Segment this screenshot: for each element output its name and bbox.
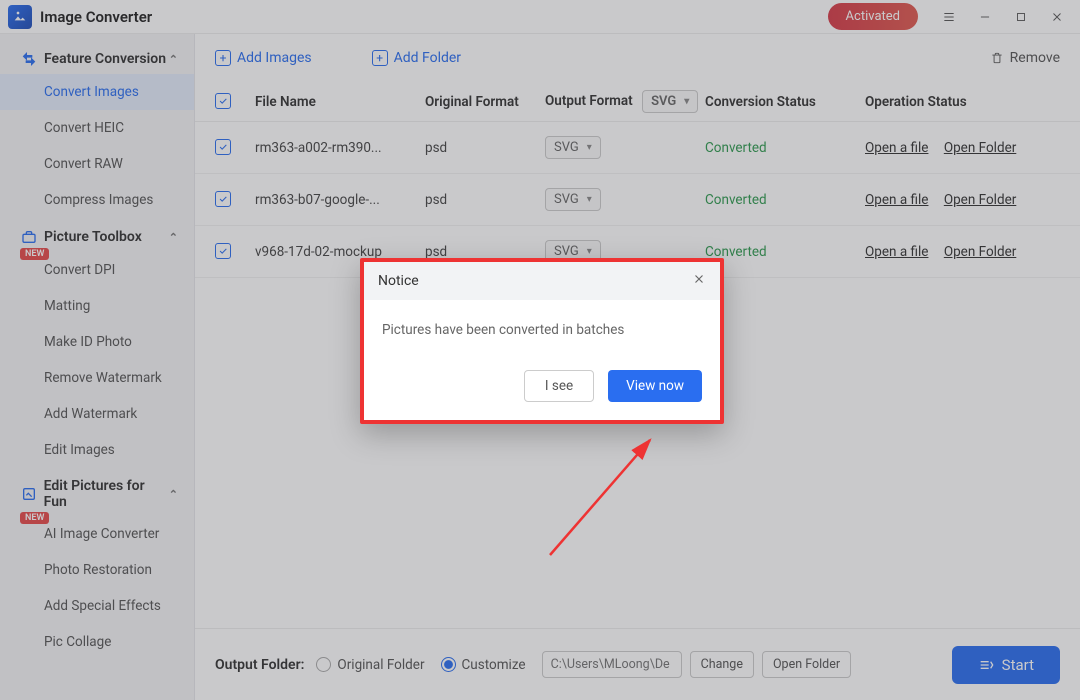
output-format-select[interactable]: SVG▾ bbox=[545, 188, 601, 211]
close-icon bbox=[692, 272, 706, 286]
chevron-down-icon: ▾ bbox=[587, 194, 592, 205]
sidebar-item-matting[interactable]: Matting bbox=[0, 288, 194, 324]
col-original-format: Original Format bbox=[425, 94, 545, 110]
sidebar-item-compress-images[interactable]: Compress Images bbox=[0, 182, 194, 218]
select-all-checkbox[interactable] bbox=[215, 93, 231, 109]
trash-icon bbox=[990, 51, 1004, 65]
sidebar-group-picture-toolbox[interactable]: Picture Toolbox ⌃ bbox=[0, 218, 194, 252]
table-row: rm363-b07-google-... psd SVG▾ Converted … bbox=[195, 174, 1080, 226]
plus-icon: + bbox=[372, 50, 388, 66]
app-window: Image Converter Activated Feature Conver… bbox=[0, 0, 1080, 700]
row-checkbox[interactable] bbox=[215, 139, 231, 155]
sidebar-item-edit-images[interactable]: Edit Images bbox=[0, 432, 194, 468]
cell-conversion-status: Converted bbox=[705, 192, 865, 208]
sidebar-item-convert-heic[interactable]: Convert HEIC bbox=[0, 110, 194, 146]
table-row: rm363-a002-rm390... psd SVG▾ Converted O… bbox=[195, 122, 1080, 174]
sidebar-item-convert-dpi[interactable]: Convert DPI bbox=[0, 252, 194, 288]
open-output-folder-button[interactable]: Open Folder bbox=[762, 651, 851, 678]
sidebar-item-convert-images[interactable]: Convert Images bbox=[0, 74, 194, 110]
modal-header: Notice bbox=[364, 262, 720, 300]
cell-conversion-status: Converted bbox=[705, 140, 865, 156]
sidebar-item-pic-collage[interactable]: Pic Collage bbox=[0, 624, 194, 660]
plus-icon: + bbox=[215, 50, 231, 66]
activated-badge: Activated bbox=[828, 3, 918, 30]
maximize-button[interactable] bbox=[1006, 3, 1036, 31]
notice-modal: Notice Pictures have been converted in b… bbox=[360, 258, 724, 424]
sidebar-item-add-special-effects[interactable]: Add Special Effects bbox=[0, 588, 194, 624]
chevron-up-icon: ⌃ bbox=[169, 53, 178, 66]
output-format-select-all[interactable]: SVG▾ bbox=[642, 90, 698, 113]
sidebar-item-remove-watermark[interactable]: Remove Watermark bbox=[0, 360, 194, 396]
fun-icon bbox=[20, 485, 38, 503]
modal-close-button[interactable] bbox=[692, 272, 706, 290]
footer-bar: Output Folder: Original Folder Customize… bbox=[195, 628, 1080, 700]
cell-file-name: rm363-b07-google-... bbox=[255, 192, 425, 208]
sidebar-group-label: Feature Conversion bbox=[44, 51, 166, 67]
app-logo-icon bbox=[8, 5, 32, 29]
radio-customize[interactable]: Customize bbox=[441, 657, 526, 673]
convert-icon bbox=[20, 50, 38, 68]
app-title: Image Converter bbox=[40, 8, 152, 26]
change-button[interactable]: Change bbox=[690, 651, 754, 678]
sidebar-item-add-watermark[interactable]: Add Watermark bbox=[0, 396, 194, 432]
sidebar-group-edit-pictures-fun[interactable]: Edit Pictures for Fun ⌃ bbox=[0, 468, 194, 516]
sidebar-item-ai-image-converter[interactable]: AI Image Converter bbox=[0, 516, 194, 552]
open-folder-link[interactable]: Open Folder bbox=[944, 140, 1016, 156]
row-checkbox[interactable] bbox=[215, 191, 231, 207]
open-folder-link[interactable]: Open Folder bbox=[944, 192, 1016, 208]
chevron-down-icon: ▾ bbox=[587, 246, 592, 257]
start-icon bbox=[978, 657, 994, 673]
cell-original-format: psd bbox=[425, 192, 545, 208]
open-file-link[interactable]: Open a file bbox=[865, 140, 928, 156]
cell-file-name: rm363-a002-rm390... bbox=[255, 140, 425, 156]
open-file-link[interactable]: Open a file bbox=[865, 192, 928, 208]
open-file-link[interactable]: Open a file bbox=[865, 244, 928, 260]
title-bar: Image Converter Activated bbox=[0, 0, 1080, 34]
output-format-select[interactable]: SVG▾ bbox=[545, 136, 601, 159]
sidebar-item-photo-restoration[interactable]: Photo Restoration bbox=[0, 552, 194, 588]
modal-body: Pictures have been converted in batches bbox=[364, 300, 720, 360]
col-operation-status: Operation Status bbox=[865, 94, 1060, 110]
sidebar: Feature Conversion ⌃ Convert Images Conv… bbox=[0, 34, 195, 700]
cell-conversion-status: Converted bbox=[705, 244, 865, 260]
sidebar-item-convert-raw[interactable]: Convert RAW bbox=[0, 146, 194, 182]
sidebar-item-make-id-photo[interactable]: Make ID Photo bbox=[0, 324, 194, 360]
modal-footer: I see View now bbox=[364, 360, 720, 420]
minimize-button[interactable] bbox=[970, 3, 1000, 31]
output-folder-label: Output Folder: bbox=[215, 657, 304, 673]
col-output-format: Output Format SVG▾ bbox=[545, 90, 705, 113]
output-path-input[interactable] bbox=[542, 651, 682, 678]
menu-button[interactable] bbox=[934, 3, 964, 31]
radio-original-folder[interactable]: Original Folder bbox=[316, 657, 424, 673]
i-see-button[interactable]: I see bbox=[524, 370, 594, 402]
add-images-button[interactable]: + Add Images bbox=[215, 50, 312, 66]
chevron-up-icon: ⌃ bbox=[169, 488, 178, 501]
sidebar-group-label: Edit Pictures for Fun bbox=[44, 478, 169, 510]
row-checkbox[interactable] bbox=[215, 243, 231, 259]
radio-checked-icon bbox=[441, 657, 456, 672]
modal-title: Notice bbox=[378, 273, 419, 289]
radio-icon bbox=[316, 657, 331, 672]
add-folder-button[interactable]: + Add Folder bbox=[372, 50, 461, 66]
cell-original-format: psd bbox=[425, 140, 545, 156]
sidebar-group-label: Picture Toolbox bbox=[44, 229, 142, 245]
chevron-down-icon: ▾ bbox=[684, 96, 689, 107]
toolbox-icon bbox=[20, 228, 38, 246]
close-button[interactable] bbox=[1042, 3, 1072, 31]
chevron-up-icon: ⌃ bbox=[169, 231, 178, 244]
remove-button[interactable]: Remove bbox=[990, 50, 1060, 66]
chevron-down-icon: ▾ bbox=[587, 142, 592, 153]
table-header: File Name Original Format Output Format … bbox=[195, 82, 1080, 122]
open-folder-link[interactable]: Open Folder bbox=[944, 244, 1016, 260]
view-now-button[interactable]: View now bbox=[608, 370, 702, 402]
sidebar-group-feature-conversion[interactable]: Feature Conversion ⌃ bbox=[0, 40, 194, 74]
col-conversion-status: Conversion Status bbox=[705, 94, 865, 110]
col-file-name: File Name bbox=[255, 94, 425, 110]
start-button[interactable]: Start bbox=[952, 646, 1060, 684]
toolbar: + Add Images + Add Folder Remove bbox=[195, 34, 1080, 82]
